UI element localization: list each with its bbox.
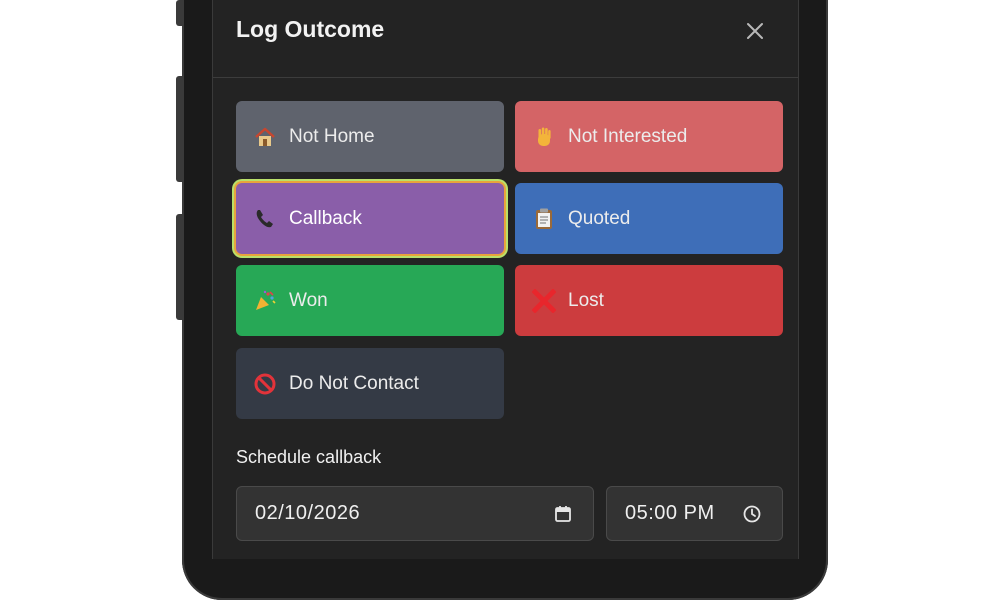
outcome-lost-button[interactable]: Lost xyxy=(515,265,783,336)
close-button[interactable] xyxy=(742,18,768,44)
dialog-title: Log Outcome xyxy=(236,16,385,42)
cross-mark-icon xyxy=(531,288,557,314)
outcome-callback-button[interactable]: Callback xyxy=(236,183,504,254)
clipboard-icon xyxy=(531,206,557,232)
telephone-icon xyxy=(252,206,278,232)
outcome-not-interested-button[interactable]: Not Interested xyxy=(515,101,783,172)
schedule-callback-label: Schedule callback xyxy=(236,447,382,467)
calendar-icon[interactable] xyxy=(553,504,573,524)
callback-date-input[interactable]: 02/10/2026 xyxy=(236,486,594,541)
outcome-not-home-button[interactable]: Not Home xyxy=(236,101,504,172)
volume-down-button xyxy=(176,214,184,320)
callback-time-input[interactable]: 05:00 PM xyxy=(606,486,783,541)
time-value: 05:00 PM xyxy=(625,502,715,524)
outcome-label: Quoted xyxy=(568,207,631,229)
outcome-label: Not Home xyxy=(289,125,375,147)
raised-hand-icon xyxy=(531,124,557,150)
no-entry-icon xyxy=(252,371,278,397)
outcome-label: Won xyxy=(289,289,328,311)
outcome-label: Callback xyxy=(289,207,362,229)
outcome-label: Do Not Contact xyxy=(289,372,419,394)
outcome-quoted-button[interactable]: Quoted xyxy=(515,183,783,254)
outcome-label: Not Interested xyxy=(568,125,688,147)
house-icon xyxy=(252,124,278,150)
clock-icon[interactable] xyxy=(742,504,762,524)
close-icon xyxy=(747,23,763,39)
outcome-do-not-contact-button[interactable]: Do Not Contact xyxy=(236,348,504,419)
outcome-won-button[interactable]: Won xyxy=(236,265,504,336)
dialog-header: Log Outcome xyxy=(213,0,798,78)
date-value: 02/10/2026 xyxy=(255,502,361,524)
phone-side-button xyxy=(176,0,184,26)
party-popper-icon xyxy=(252,288,278,314)
volume-up-button xyxy=(176,76,184,182)
outcome-label: Lost xyxy=(568,289,604,311)
log-outcome-dialog: Log Outcome Not Home Not Interested Call… xyxy=(212,0,799,559)
